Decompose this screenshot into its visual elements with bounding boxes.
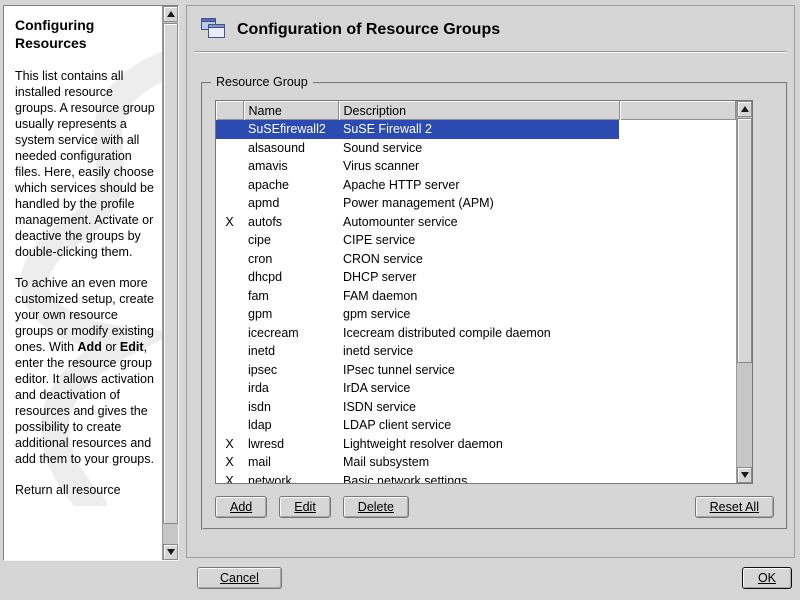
- resource-table-viewport[interactable]: Name Description SuSEfirewall2SuSE Firew…: [216, 101, 736, 483]
- resource-row[interactable]: apacheApache HTTP server: [216, 176, 736, 195]
- resource-row[interactable]: isdnISDN service: [216, 398, 736, 417]
- table-actions: Add Edit Delete Reset All: [215, 496, 774, 518]
- resource-row[interactable]: cipeCIPE service: [216, 231, 736, 250]
- help-text: This list contains all installed resourc…: [15, 68, 155, 498]
- resource-row[interactable]: SuSEfirewall2SuSE Firewall 2: [216, 120, 736, 139]
- resource-row[interactable]: icecreamIcecream distributed compile dae…: [216, 324, 736, 343]
- dialog-buttons: Cancel OK: [197, 567, 792, 589]
- scroll-up-icon[interactable]: [163, 6, 178, 22]
- title-row: Configuration of Resource Groups: [200, 15, 500, 45]
- resource-row[interactable]: XautofsAutomounter service: [216, 213, 736, 232]
- resource-row[interactable]: irdaIrDA service: [216, 379, 736, 398]
- column-header-active[interactable]: [216, 101, 243, 120]
- help-scrollbar-track[interactable]: [163, 22, 178, 544]
- main-panel: Configuration of Resource Groups Resourc…: [186, 5, 795, 558]
- resource-row[interactable]: cronCRON service: [216, 250, 736, 269]
- add-button[interactable]: Add: [215, 496, 267, 518]
- resource-row[interactable]: amavisVirus scanner: [216, 157, 736, 176]
- table-scrollbar[interactable]: [736, 101, 752, 483]
- column-header-spacer: [619, 101, 736, 120]
- help-paragraph: This list contains all installed resourc…: [15, 68, 155, 260]
- table-header-row: Name Description: [216, 101, 736, 120]
- resource-row[interactable]: apmdPower management (APM): [216, 194, 736, 213]
- resource-row[interactable]: famFAM daemon: [216, 287, 736, 306]
- title-separator: [194, 51, 787, 53]
- resource-row[interactable]: dhcpdDHCP server: [216, 268, 736, 287]
- scroll-down-icon[interactable]: [163, 544, 178, 560]
- resource-table: Name Description SuSEfirewall2SuSE Firew…: [215, 100, 753, 484]
- edit-button[interactable]: Edit: [279, 496, 331, 518]
- resource-group-box: Resource Group Name Description: [201, 82, 788, 530]
- help-scrollbar[interactable]: [162, 6, 178, 560]
- column-header-name[interactable]: Name: [243, 101, 338, 120]
- resource-row[interactable]: gpmgpm service: [216, 305, 736, 324]
- resource-row[interactable]: ipsecIPsec tunnel service: [216, 361, 736, 380]
- page-title: Configuration of Resource Groups: [237, 21, 500, 39]
- scroll-down-icon[interactable]: [737, 467, 752, 483]
- help-paragraph: To achive an even more customized setup,…: [15, 275, 155, 467]
- help-title: Configuring Resources: [15, 16, 135, 52]
- help-content: Configuring Resources This list contains…: [4, 6, 161, 560]
- table-scrollbar-track[interactable]: [737, 117, 752, 467]
- reset-all-button[interactable]: Reset All: [695, 496, 774, 518]
- help-panel: Configuring Resources This list contains…: [3, 5, 179, 561]
- scroll-up-icon[interactable]: [737, 101, 752, 117]
- column-header-description[interactable]: Description: [338, 101, 619, 120]
- ok-button[interactable]: OK: [742, 567, 792, 589]
- table-scrollbar-thumb[interactable]: [737, 118, 752, 363]
- resource-row[interactable]: alsasoundSound service: [216, 139, 736, 158]
- cancel-button[interactable]: Cancel: [197, 567, 282, 589]
- resource-row[interactable]: ldapLDAP client service: [216, 416, 736, 435]
- resource-groups-icon: [200, 16, 226, 45]
- resource-row[interactable]: inetdinetd service: [216, 342, 736, 361]
- groupbox-legend: Resource Group: [211, 75, 313, 89]
- scpm-resource-groups-dialog: Configuring Resources This list contains…: [0, 0, 800, 600]
- help-scrollbar-thumb[interactable]: [163, 23, 178, 524]
- help-paragraph: Return all resource: [15, 482, 155, 498]
- resource-row[interactable]: XnetworkBasic network settings: [216, 472, 736, 484]
- resource-row[interactable]: XlwresdLightweight resolver daemon: [216, 435, 736, 454]
- delete-button[interactable]: Delete: [343, 496, 409, 518]
- resource-row[interactable]: XmailMail subsystem: [216, 453, 736, 472]
